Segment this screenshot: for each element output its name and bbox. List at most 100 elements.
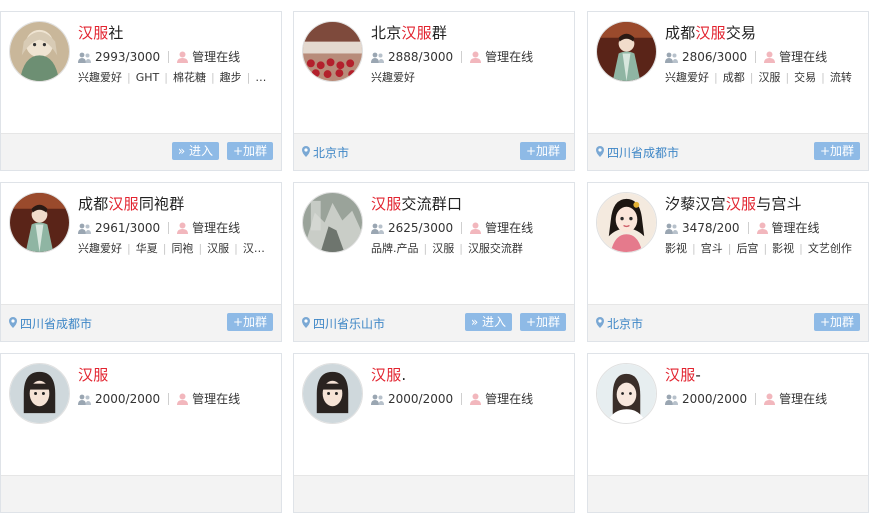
group-title[interactable]: 成都汉服同袍群 xyxy=(78,193,184,214)
group-location[interactable]: 四川省成都市 xyxy=(596,144,679,161)
group-tags: 兴趣爱好 xyxy=(371,69,568,85)
member-count: 2000/2000 xyxy=(95,391,161,406)
group-card-body: 汉服. 2000/2000 管理在线 xyxy=(294,354,574,476)
girl-white-avatar[interactable] xyxy=(596,363,657,424)
tag-separator: | xyxy=(785,71,790,84)
group-title-highlight: 汉服 xyxy=(725,195,757,213)
group-card[interactable]: 汉服. 2000/2000 管理在线 xyxy=(293,353,575,513)
group-title[interactable]: 汐藜汉宫汉服与宫斗 xyxy=(665,193,802,214)
tag[interactable]: 影视 xyxy=(665,240,687,256)
group-title-highlight: 汉服 xyxy=(371,195,402,213)
admin-icon xyxy=(470,221,485,235)
tag[interactable]: GHT xyxy=(136,71,160,84)
enter-button[interactable]: » 进入 xyxy=(464,313,512,331)
admin-status: 管理在线 xyxy=(779,50,828,64)
group-title-prefix: 成都 xyxy=(78,195,109,213)
group-card[interactable]: 北京汉服群 2888/3000 管理在线兴趣爱好北京市 +加群 xyxy=(293,11,575,171)
tag[interactable]: 品牌.产品 xyxy=(371,240,419,256)
location-pin-icon xyxy=(9,316,20,331)
crowd-avatar[interactable] xyxy=(302,21,363,82)
tag[interactable]: 流转 xyxy=(830,69,852,85)
tag-separator: | xyxy=(727,242,732,255)
group-title[interactable]: 汉服 xyxy=(78,364,108,385)
tag[interactable]: 兴趣爱好 xyxy=(78,69,122,85)
group-card-footer xyxy=(1,475,281,512)
group-card[interactable]: 汐藜汉宫汉服与宫斗 3478/200 管理在线 影视 | 宫斗 | 后宫 | 影视 | 文艺创作 北京市… xyxy=(587,182,869,342)
tag[interactable]: 汉服 xyxy=(758,69,780,85)
admin-icon xyxy=(177,221,192,235)
member-count: 2888/3000 xyxy=(388,49,454,64)
group-card-footer xyxy=(294,475,574,512)
admin-icon xyxy=(470,50,485,64)
group-title-suffix: 与宫斗 xyxy=(756,195,802,213)
group-card[interactable]: 成都汉服交易 2806/3000 管理在线 兴趣爱好 | 成都 | 汉服 | 交易 | 流转 四川省成都… xyxy=(587,11,869,171)
group-card[interactable]: 汉服交流群口 2625/3000 管理在线品牌.产品 | 汉服 | 汉服交流群四川省乐山市 »… xyxy=(293,182,575,342)
join-group-button[interactable]: +加群 xyxy=(226,313,273,331)
group-title-highlight: 汉服 xyxy=(78,366,109,384)
tag[interactable]: … xyxy=(255,71,266,84)
hanfu-woman-avatar[interactable] xyxy=(596,21,657,82)
location-text: 四川省成都市 xyxy=(607,146,680,160)
group-location[interactable]: 北京市 xyxy=(302,144,349,161)
group-location[interactable]: 北京市 xyxy=(596,315,643,332)
girl-photo-avatar[interactable] xyxy=(9,363,70,424)
tag[interactable]: 交易 xyxy=(794,69,816,85)
tag[interactable]: 成都 xyxy=(723,69,745,85)
group-title[interactable]: 北京汉服群 xyxy=(371,22,447,43)
group-card[interactable]: 汉服- 2000/2000 管理在线 xyxy=(587,353,869,513)
group-stats: 2625/3000 管理在线 xyxy=(371,219,533,236)
tag[interactable]: 后宫 xyxy=(736,240,758,256)
tag[interactable]: 汉服交流群 xyxy=(468,240,523,256)
join-group-button[interactable]: +加群 xyxy=(813,142,860,160)
group-card[interactable]: 汉服 2000/2000 管理在线 xyxy=(0,353,282,513)
group-location[interactable]: 四川省乐山市 xyxy=(302,315,385,332)
tag[interactable]: 兴趣爱好 xyxy=(371,69,415,85)
location-text: 四川省乐山市 xyxy=(313,317,386,331)
tag[interactable]: 汉… xyxy=(243,240,265,256)
group-title-prefix: 汐藜汉宫 xyxy=(665,195,726,213)
tag[interactable]: 兴趣爱好 xyxy=(665,69,709,85)
join-group-button[interactable]: +加群 xyxy=(519,142,566,160)
group-location[interactable]: 四川省成都市 xyxy=(9,315,92,332)
join-group-button[interactable]: +加群 xyxy=(519,313,566,331)
tag[interactable]: 趣步 xyxy=(220,69,242,85)
group-stats: 2993/3000 管理在线 xyxy=(78,48,240,65)
painted-lady-avatar[interactable] xyxy=(596,192,657,253)
group-card-body: 北京汉服群 2888/3000 管理在线兴趣爱好 xyxy=(294,12,574,134)
group-title[interactable]: 汉服- xyxy=(665,364,701,385)
hanfu-woman-avatar[interactable] xyxy=(9,192,70,253)
group-title[interactable]: 汉服交流群口 xyxy=(371,193,462,214)
group-title[interactable]: 汉服. xyxy=(371,364,406,385)
stone-sculpture-avatar[interactable] xyxy=(302,192,363,253)
tag[interactable]: 影视 xyxy=(772,240,794,256)
join-group-button[interactable]: +加群 xyxy=(226,142,273,160)
group-title[interactable]: 汉服社 xyxy=(78,22,124,43)
tag[interactable]: 兴趣爱好 xyxy=(78,240,122,256)
join-group-button[interactable]: +加群 xyxy=(813,313,860,331)
tag[interactable]: 汉服 xyxy=(207,240,229,256)
members-icon xyxy=(78,392,95,406)
group-title-prefix: 成都 xyxy=(665,24,696,42)
group-stats: 2961/3000 管理在线 xyxy=(78,219,240,236)
location-pin-icon xyxy=(302,145,313,160)
enter-button[interactable]: » 进入 xyxy=(171,142,219,160)
group-title[interactable]: 成都汉服交易 xyxy=(665,22,756,43)
tag[interactable]: 华夏 xyxy=(136,240,158,256)
tag[interactable]: 棉花糖 xyxy=(173,69,206,85)
tag[interactable]: 宫斗 xyxy=(701,240,723,256)
member-count: 2000/2000 xyxy=(388,391,454,406)
hanfu-girl-avatar[interactable] xyxy=(9,21,70,82)
tag[interactable]: 同袍 xyxy=(171,240,193,256)
group-title-prefix: 北京 xyxy=(371,24,402,42)
group-card[interactable]: 成都汉服同袍群 2961/3000 管理在线 兴趣爱好 | 华夏 | 同袍 | 汉服 | 汉… 四川省成… xyxy=(0,182,282,342)
tag[interactable]: 汉服 xyxy=(432,240,454,256)
divider xyxy=(755,50,757,63)
member-count: 2993/3000 xyxy=(95,49,161,64)
admin-status: 管理在线 xyxy=(485,50,534,64)
group-card[interactable]: 汉服社 2993/3000 管理在线 兴趣爱好 | GHT | 棉花糖 | 趣步 | … » 进入 +加群 xyxy=(0,11,282,171)
member-count: 2625/3000 xyxy=(388,220,454,235)
group-tags: 影视 | 宫斗 | 后宫 | 影视 | 文艺创作 xyxy=(665,240,862,256)
group-tags: 品牌.产品 | 汉服 | 汉服交流群 xyxy=(371,240,568,256)
tag[interactable]: 文艺创作 xyxy=(808,240,852,256)
girl-photo-avatar[interactable] xyxy=(302,363,363,424)
